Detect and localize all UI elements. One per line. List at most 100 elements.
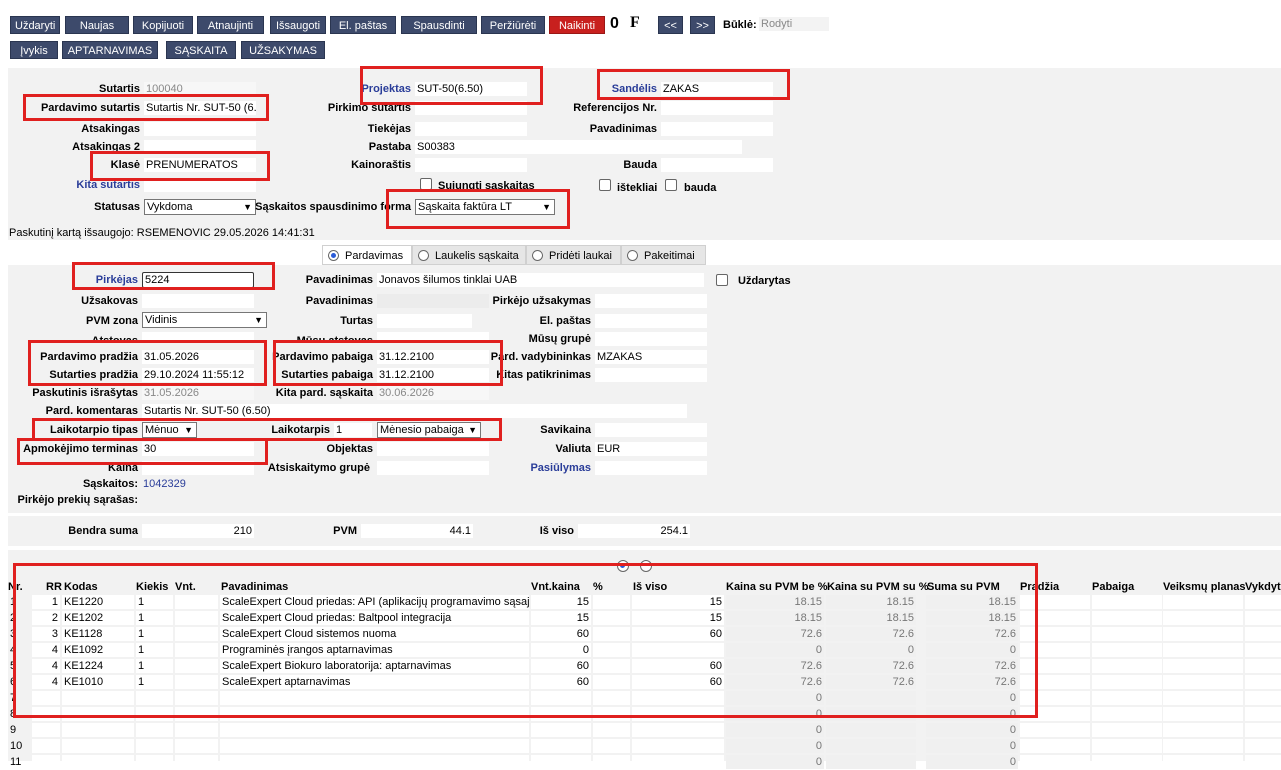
table-cell[interactable]: [220, 755, 529, 769]
table-cell[interactable]: [175, 627, 218, 641]
table-cell[interactable]: 5: [8, 659, 30, 673]
copy-button[interactable]: Kopijuoti: [133, 16, 193, 34]
cost-field[interactable]: [595, 423, 707, 437]
paperclip-icon[interactable]: 0: [610, 15, 619, 33]
table-cell[interactable]: [593, 691, 630, 705]
col-sum-vat[interactable]: Suma su PVM: [927, 580, 1000, 594]
customer-field[interactable]: [142, 294, 254, 308]
grid-mode-radio-off[interactable]: [640, 560, 652, 572]
responsible2-field[interactable]: [144, 140, 256, 154]
table-cell[interactable]: [593, 739, 630, 753]
table-cell[interactable]: [62, 723, 134, 737]
table-cell[interactable]: [1245, 595, 1281, 609]
table-cell[interactable]: 1: [136, 643, 173, 657]
state-field[interactable]: Rodyti: [759, 17, 829, 31]
table-cell[interactable]: [1245, 755, 1281, 769]
table-cell[interactable]: 1: [32, 595, 60, 609]
table-cell[interactable]: 60: [531, 627, 591, 641]
col-percent[interactable]: %: [593, 580, 603, 594]
table-cell[interactable]: 18.15: [726, 595, 824, 609]
resources-checkbox[interactable]: [599, 179, 611, 191]
table-cell[interactable]: 60: [531, 675, 591, 689]
grand-total-field[interactable]: 254.1: [578, 524, 690, 538]
table-cell[interactable]: [32, 723, 60, 737]
table-cell[interactable]: [632, 723, 724, 737]
payment-term-field[interactable]: 30: [142, 442, 254, 456]
table-cell[interactable]: KE1010: [62, 675, 134, 689]
table-cell[interactable]: [1092, 643, 1162, 657]
col-action-plan[interactable]: Veiksmų planas: [1163, 580, 1246, 594]
project-field[interactable]: SUT-50(6.50): [415, 82, 527, 96]
col-unit[interactable]: Vnt.: [175, 580, 196, 594]
font-icon[interactable]: F: [630, 14, 640, 32]
other-contract-link[interactable]: Kita sutartis: [20, 178, 140, 192]
table-cell[interactable]: [220, 723, 529, 737]
table-cell[interactable]: [593, 611, 630, 625]
table-cell[interactable]: [826, 739, 916, 753]
table-cell[interactable]: [632, 643, 724, 657]
table-cell[interactable]: [1092, 611, 1162, 625]
table-cell[interactable]: KE1220: [62, 595, 134, 609]
table-cell[interactable]: [1020, 755, 1090, 769]
table-cell[interactable]: 18.15: [826, 611, 916, 625]
table-cell[interactable]: [1245, 659, 1281, 673]
representative-field[interactable]: [142, 332, 254, 343]
table-cell[interactable]: 15: [531, 595, 591, 609]
vat-field[interactable]: 44.1: [361, 524, 473, 538]
table-cell[interactable]: [1163, 595, 1243, 609]
table-cell[interactable]: [1163, 611, 1243, 625]
table-cell[interactable]: [1245, 611, 1281, 625]
table-cell[interactable]: [175, 659, 218, 673]
col-nr[interactable]: Nr.: [8, 580, 23, 594]
table-cell[interactable]: 60: [632, 627, 724, 641]
table-cell[interactable]: [632, 755, 724, 769]
table-cell[interactable]: 15: [632, 611, 724, 625]
table-cell[interactable]: [175, 675, 218, 689]
table-cell[interactable]: [1163, 739, 1243, 753]
tab-invoice-field[interactable]: Laukelis sąskaita: [412, 245, 526, 265]
note-field[interactable]: S00383: [415, 140, 742, 154]
table-cell[interactable]: [220, 707, 529, 721]
table-cell[interactable]: 72.6: [726, 659, 824, 673]
table-cell[interactable]: 9: [8, 723, 30, 737]
table-cell[interactable]: 0: [531, 643, 591, 657]
project-link[interactable]: Projektas: [300, 82, 411, 96]
table-cell[interactable]: [175, 707, 218, 721]
table-cell[interactable]: [220, 739, 529, 753]
table-cell[interactable]: [1092, 691, 1162, 705]
table-row[interactable]: 3 3 KE1128 1 ScaleExpert Cloud sistemos nuom…: [8, 626, 1281, 642]
table-cell[interactable]: [1092, 707, 1162, 721]
table-cell[interactable]: [1092, 627, 1162, 641]
col-exec[interactable]: Vykdyt: [1245, 580, 1281, 594]
col-price-vat-disc[interactable]: Kaina su PVM su %: [827, 580, 928, 594]
asset-field[interactable]: [377, 314, 472, 328]
table-cell[interactable]: 15: [531, 611, 591, 625]
table-cell[interactable]: 72.6: [826, 659, 916, 673]
event-button[interactable]: Įvykis: [10, 41, 58, 59]
table-cell[interactable]: [1245, 627, 1281, 641]
table-cell[interactable]: [1020, 595, 1090, 609]
col-start[interactable]: Pradžia: [1020, 580, 1059, 594]
table-cell[interactable]: [62, 707, 134, 721]
table-row[interactable]: 2 2 KE1202 1 ScaleExpert Cloud priedas: Balt…: [8, 610, 1281, 626]
table-row[interactable]: 8 0 0: [8, 706, 1281, 722]
table-cell[interactable]: 0: [726, 723, 824, 737]
table-cell[interactable]: [1163, 643, 1243, 657]
penalty-checkbox[interactable]: [665, 179, 677, 191]
new-button[interactable]: Naujas: [65, 16, 129, 34]
table-cell[interactable]: [1163, 691, 1243, 705]
table-cell[interactable]: [62, 755, 134, 769]
penalty-field[interactable]: [661, 158, 773, 172]
tab-changes[interactable]: Pakeitimai: [621, 245, 706, 265]
table-cell[interactable]: [220, 691, 529, 705]
table-cell[interactable]: [531, 755, 591, 769]
table-cell[interactable]: [62, 739, 134, 753]
table-cell[interactable]: [1020, 643, 1090, 657]
table-cell[interactable]: 4: [8, 643, 30, 657]
table-cell[interactable]: 0: [926, 755, 1018, 769]
table-cell[interactable]: 0: [926, 739, 1018, 753]
table-cell[interactable]: [632, 691, 724, 705]
table-cell[interactable]: [1092, 595, 1162, 609]
table-cell[interactable]: KE1202: [62, 611, 134, 625]
table-cell[interactable]: [1020, 675, 1090, 689]
